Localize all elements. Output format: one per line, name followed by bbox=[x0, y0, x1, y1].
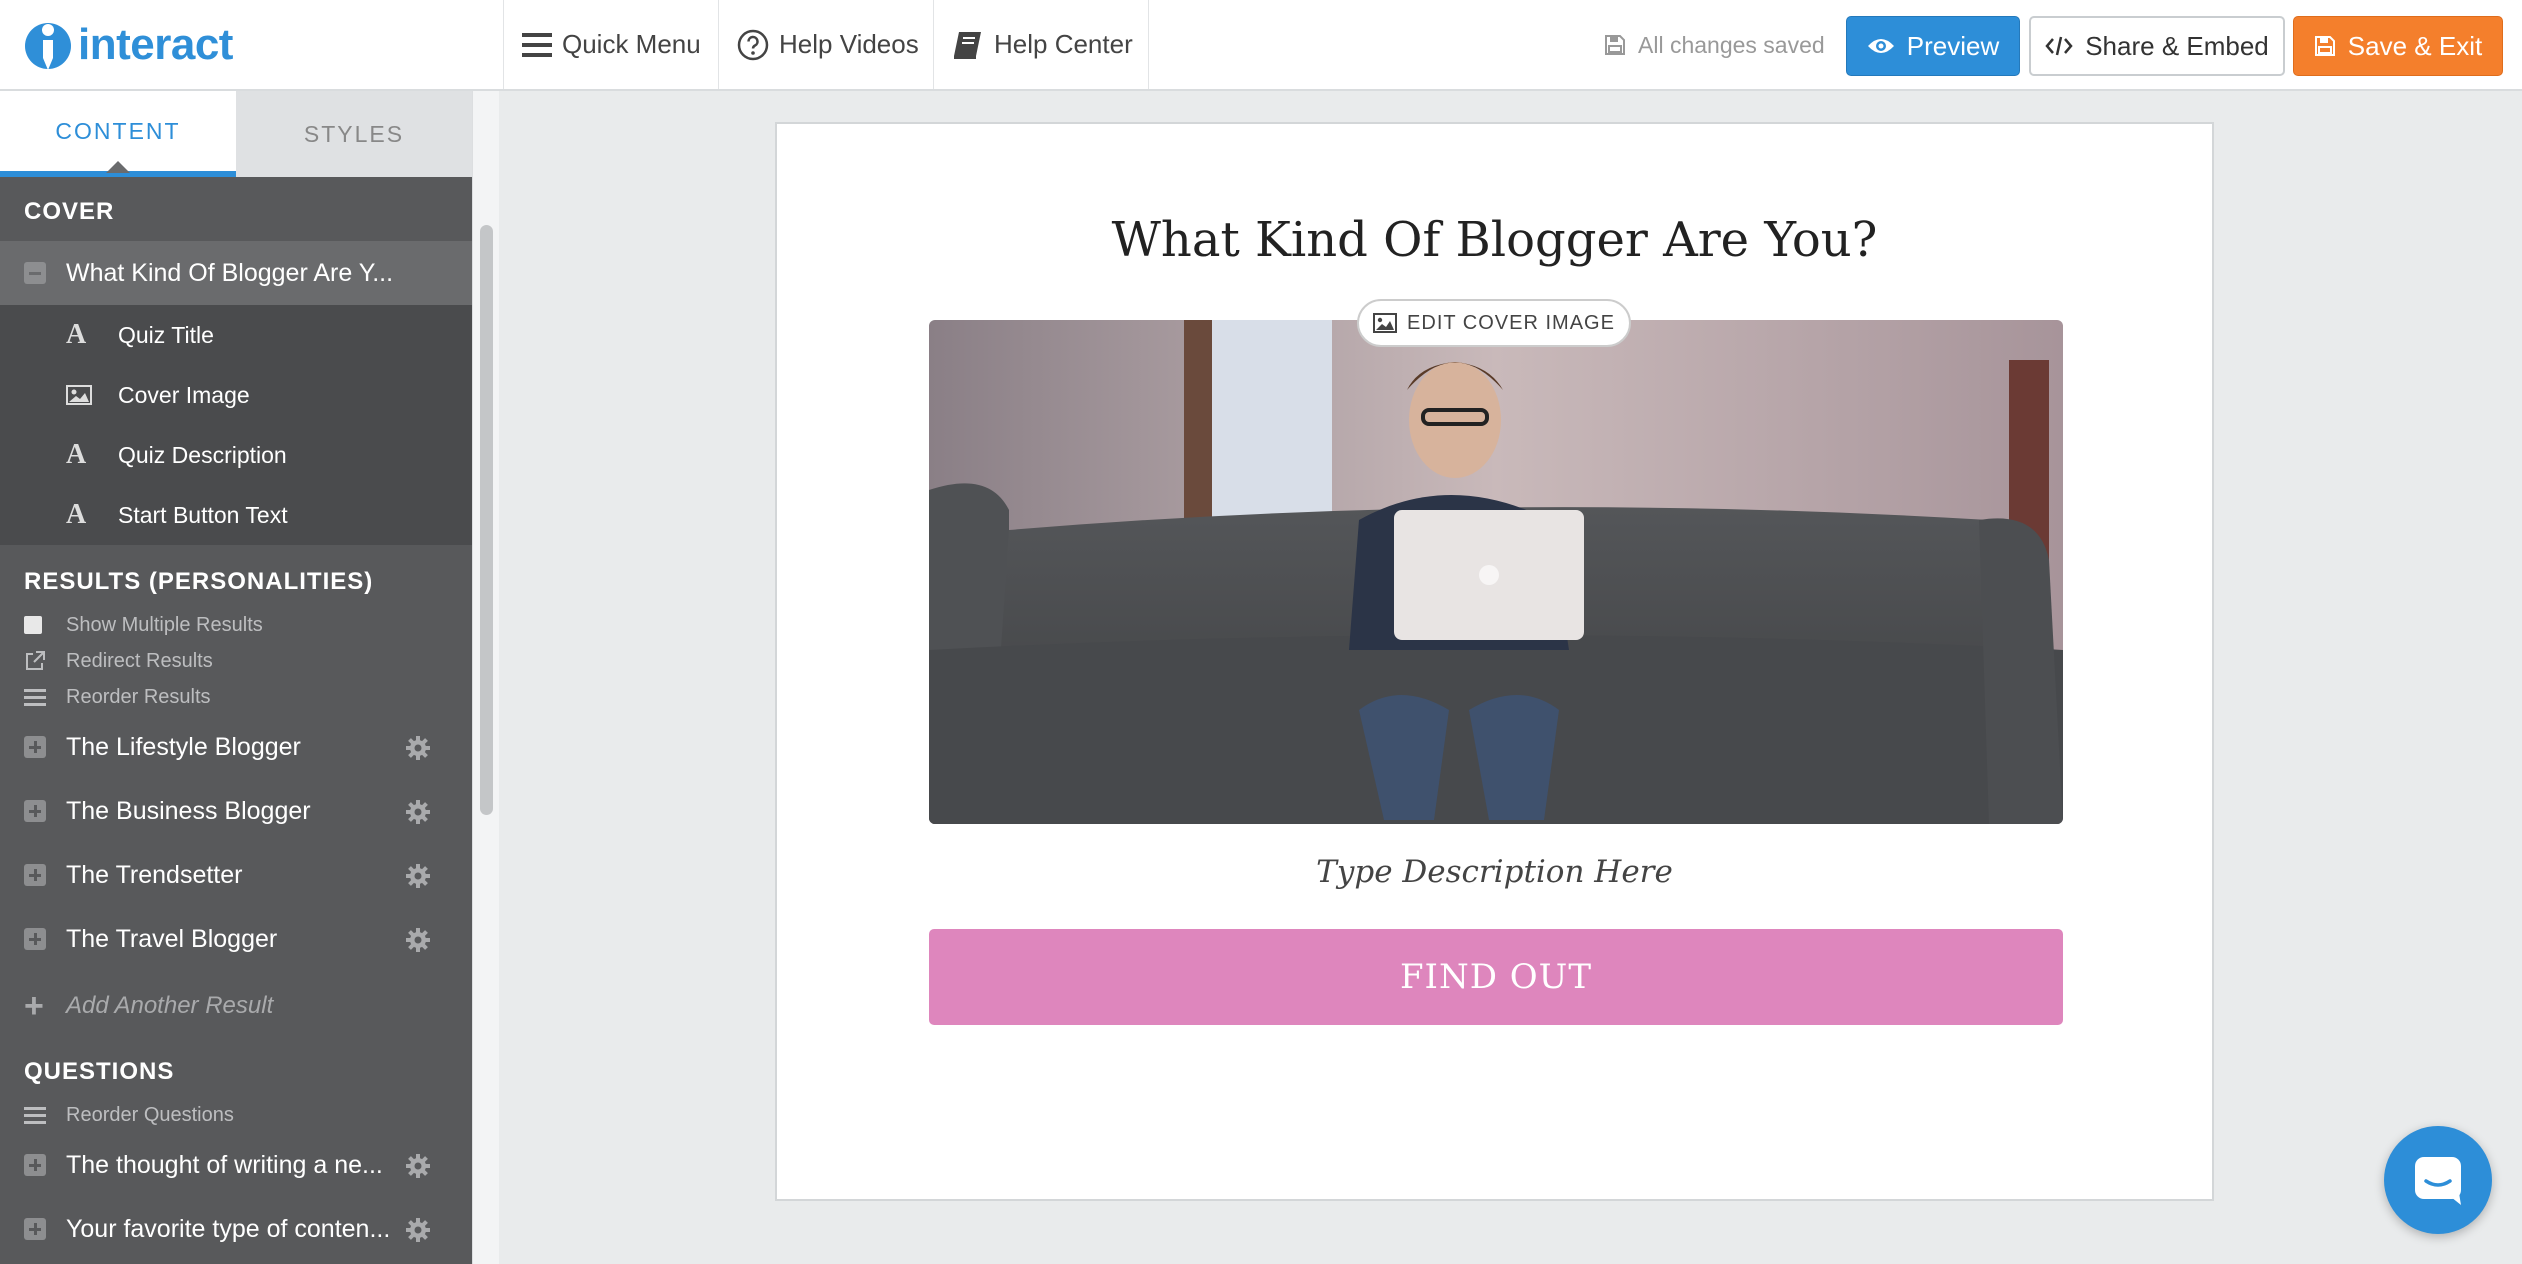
edit-cover-label: EDIT COVER IMAGE bbox=[1407, 311, 1615, 334]
show-multiple-results-option[interactable]: Show Multiple Results bbox=[0, 607, 472, 643]
plus-icon: + bbox=[24, 986, 44, 1025]
quiz-cover-preview: What Kind Of Blogger Are You? EDIT COVER… bbox=[775, 122, 2214, 1201]
chat-launcher-button[interactable] bbox=[2384, 1126, 2492, 1234]
eye-icon bbox=[1867, 39, 1894, 53]
question-item-label: Your favorite type of conten... bbox=[66, 1214, 391, 1243]
save-status: All changes saved bbox=[1604, 28, 1825, 62]
quick-menu-label: Quick Menu bbox=[562, 29, 701, 59]
question-item-label: The thought of writing a ne... bbox=[66, 1150, 383, 1179]
save-status-text: All changes saved bbox=[1638, 31, 1825, 58]
sidebar-item-label: Quiz Title bbox=[118, 321, 214, 348]
expand-icon[interactable] bbox=[24, 1218, 46, 1240]
logo-text: interact bbox=[78, 20, 233, 69]
cover-image[interactable] bbox=[929, 320, 2063, 824]
result-item[interactable]: The Lifestyle Blogger bbox=[0, 715, 472, 779]
help-center-button[interactable]: Help Center bbox=[933, 0, 1149, 89]
sidebar-item-quiz-title[interactable]: A Quiz Title bbox=[0, 305, 472, 365]
result-item-label: The Trendsetter bbox=[66, 860, 243, 889]
redirect-results-option[interactable]: Redirect Results bbox=[0, 643, 472, 679]
editor-sidebar: CONTENT STYLES COVER What Kind Of Blogge… bbox=[0, 91, 472, 1264]
sidebar-scrollbar-thumb[interactable] bbox=[480, 225, 493, 815]
reorder-icon bbox=[24, 689, 46, 706]
sidebar-item-quiz-description[interactable]: A Quiz Description bbox=[0, 425, 472, 485]
result-item-label: The Lifestyle Blogger bbox=[66, 732, 301, 761]
expand-icon[interactable] bbox=[24, 736, 46, 758]
preview-button[interactable]: Preview bbox=[1846, 16, 2020, 76]
sidebar-tabs: CONTENT STYLES bbox=[0, 91, 472, 177]
reorder-results-option[interactable]: Reorder Results bbox=[0, 679, 472, 715]
reorder-questions-option[interactable]: Reorder Questions bbox=[0, 1097, 472, 1133]
gear-icon[interactable] bbox=[406, 1154, 430, 1178]
reorder-icon bbox=[24, 1107, 46, 1124]
question-item[interactable]: The thought of writing a ne... bbox=[0, 1133, 472, 1197]
help-videos-label: Help Videos bbox=[779, 29, 919, 59]
gear-icon[interactable] bbox=[406, 736, 430, 760]
quiz-title[interactable]: What Kind Of Blogger Are You? bbox=[777, 212, 2212, 268]
cover-sub-items: A Quiz Title Cover Image A Quiz Descript… bbox=[0, 305, 472, 545]
question-circle-icon bbox=[737, 29, 769, 60]
result-item[interactable]: The Travel Blogger bbox=[0, 907, 472, 971]
option-label: Reorder Questions bbox=[66, 1103, 234, 1126]
result-item-label: The Business Blogger bbox=[66, 796, 311, 825]
option-label: Redirect Results bbox=[66, 649, 213, 672]
expand-icon[interactable] bbox=[24, 800, 46, 822]
text-icon: A bbox=[66, 319, 87, 350]
logo-icon bbox=[25, 23, 71, 70]
quiz-description[interactable]: Type Description Here bbox=[777, 854, 2212, 890]
option-label: Reorder Results bbox=[66, 685, 211, 708]
gear-icon[interactable] bbox=[406, 864, 430, 888]
sidebar-item-label: Cover Image bbox=[118, 381, 250, 408]
sidebar-item-cover-image[interactable]: Cover Image bbox=[0, 365, 472, 425]
questions-section-heading: QUESTIONS bbox=[24, 1058, 175, 1085]
external-link-icon bbox=[26, 651, 45, 670]
preview-label: Preview bbox=[1906, 30, 2000, 61]
share-embed-button[interactable]: Share & Embed bbox=[2029, 16, 2285, 76]
expand-icon[interactable] bbox=[24, 928, 46, 950]
gear-icon[interactable] bbox=[406, 800, 430, 824]
gear-icon[interactable] bbox=[406, 928, 430, 952]
result-item[interactable]: The Trendsetter bbox=[0, 843, 472, 907]
cover-item-label: What Kind Of Blogger Are Y... bbox=[66, 258, 394, 287]
collapse-icon[interactable] bbox=[24, 262, 46, 284]
sidebar-item-label: Quiz Description bbox=[118, 441, 287, 468]
sidebar-item-start-button-text[interactable]: A Start Button Text bbox=[0, 485, 472, 545]
expand-icon[interactable] bbox=[24, 864, 46, 886]
sidebar-item-label: Start Button Text bbox=[118, 501, 288, 528]
interact-logo[interactable]: interact bbox=[24, 16, 233, 74]
chat-icon bbox=[2415, 1157, 2461, 1205]
image-icon bbox=[1373, 313, 1398, 333]
help-videos-button[interactable]: Help Videos bbox=[718, 0, 933, 89]
add-another-result-button[interactable]: + Add Another Result bbox=[0, 971, 472, 1041]
option-label: Show Multiple Results bbox=[66, 613, 263, 636]
checkbox-icon[interactable] bbox=[24, 616, 42, 634]
help-center-label: Help Center bbox=[994, 29, 1133, 59]
result-item-label: The Travel Blogger bbox=[66, 924, 278, 953]
question-item[interactable]: Your favorite type of conten... bbox=[0, 1197, 472, 1261]
add-result-label: Add Another Result bbox=[66, 992, 274, 1019]
book-icon bbox=[954, 31, 981, 59]
results-section-heading: RESULTS (PERSONALITIES) bbox=[24, 568, 374, 595]
quick-menu-button[interactable]: Quick Menu bbox=[503, 0, 718, 89]
save-icon bbox=[2314, 36, 2335, 56]
tab-content[interactable]: CONTENT bbox=[0, 91, 236, 177]
save-exit-label: Save & Exit bbox=[2347, 30, 2483, 61]
tab-styles[interactable]: STYLES bbox=[236, 91, 472, 177]
image-icon bbox=[66, 384, 118, 406]
top-bar: interact Quick Menu Help Videos Help Cen… bbox=[0, 0, 2522, 91]
result-item[interactable]: The Business Blogger bbox=[0, 779, 472, 843]
floppy-disk-icon bbox=[1605, 35, 1625, 55]
expand-icon[interactable] bbox=[24, 1154, 46, 1176]
cover-photo bbox=[929, 320, 2063, 824]
save-exit-button[interactable]: Save & Exit bbox=[2293, 16, 2503, 76]
find-out-button[interactable]: FIND OUT bbox=[929, 929, 2063, 1025]
hamburger-icon bbox=[522, 32, 552, 57]
text-icon: A bbox=[66, 499, 87, 530]
gear-icon[interactable] bbox=[406, 1218, 430, 1242]
text-icon: A bbox=[66, 439, 87, 470]
code-icon bbox=[2045, 36, 2073, 56]
edit-cover-image-button[interactable]: EDIT COVER IMAGE bbox=[1357, 299, 1631, 347]
cover-item[interactable]: What Kind Of Blogger Are Y... bbox=[0, 241, 472, 305]
share-embed-label: Share & Embed bbox=[2085, 30, 2269, 61]
cover-section-heading: COVER bbox=[24, 198, 115, 225]
